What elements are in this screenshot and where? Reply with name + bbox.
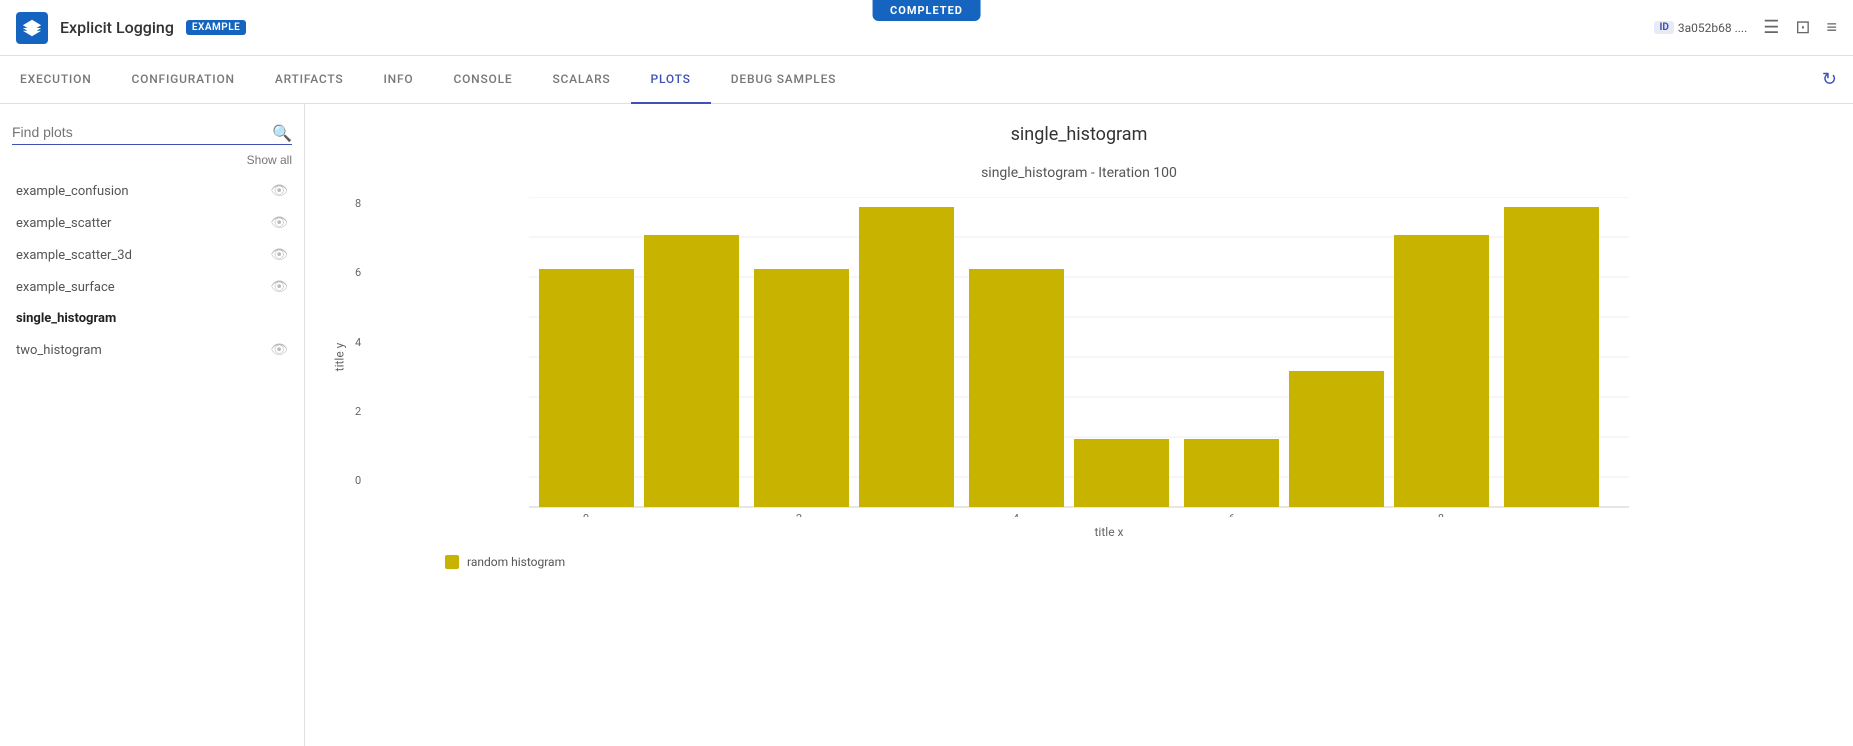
top-bar-right: ID 3a052b68 .... ☰ ⊡ ≡ — [1654, 17, 1837, 38]
completed-badge: COMPLETED — [872, 0, 981, 21]
sidebar-item-label: example_confusion — [16, 184, 129, 199]
tab-configuration[interactable]: CONFIGURATION — [112, 56, 255, 104]
x-tick-0: 0 — [583, 512, 589, 517]
y-tick-6: 6 — [355, 266, 361, 279]
tab-artifacts[interactable]: ARTIFACTS — [255, 56, 364, 104]
sidebar-item-label: example_scatter — [16, 216, 111, 231]
x-tick-6: 6 — [1229, 512, 1235, 517]
bar-2 — [754, 269, 849, 507]
tab-scalars[interactable]: SCALARS — [532, 56, 630, 104]
legend-color — [445, 555, 459, 569]
x-tick-4: 4 — [1013, 512, 1019, 517]
nav-tabs: EXECUTION CONFIGURATION ARTIFACTS INFO C… — [0, 56, 1853, 104]
tab-debug-samples[interactable]: DEBUG SAMPLES — [711, 56, 857, 104]
bar-4 — [969, 269, 1064, 507]
eye-off-icon: 👁 — [270, 279, 288, 295]
id-label: ID — [1654, 21, 1673, 34]
sidebar: 🔍 Show all example_confusion 👁 example_s… — [0, 104, 305, 746]
tab-plots[interactable]: PLOTS — [631, 56, 711, 104]
sidebar-item-example-scatter[interactable]: example_scatter 👁 — [12, 207, 292, 239]
legend-label: random histogram — [467, 555, 565, 569]
example-badge: EXAMPLE — [186, 20, 246, 35]
logo-icon — [16, 12, 48, 44]
x-tick-2: 2 — [796, 512, 802, 517]
sidebar-item-label: example_surface — [16, 280, 115, 295]
search-input[interactable] — [12, 120, 292, 145]
y-tick-4: 4 — [355, 336, 361, 349]
bar-5 — [1074, 439, 1169, 507]
sidebar-item-label: two_histogram — [16, 343, 102, 358]
bar-1 — [644, 235, 739, 507]
histogram-chart: 0 2 4 6 8 — [405, 197, 1753, 517]
sidebar-item-label: single_histogram — [16, 311, 116, 326]
bar-7 — [1289, 371, 1384, 507]
refresh-icon[interactable]: ↻ — [1822, 69, 1837, 90]
bar-9 — [1504, 207, 1599, 507]
y-tick-8: 8 — [355, 197, 361, 210]
eye-off-icon: 👁 — [270, 183, 288, 199]
x-axis-label: title x — [405, 525, 1813, 539]
bar-6 — [1184, 439, 1279, 507]
search-icon: 🔍 — [272, 123, 292, 142]
chart-subtitle: single_histogram - Iteration 100 — [345, 165, 1813, 181]
id-value: 3a052b68 .... — [1678, 21, 1747, 35]
sidebar-item-single-histogram[interactable]: single_histogram — [12, 303, 292, 334]
id-badge: ID 3a052b68 .... — [1654, 21, 1747, 35]
content-area: single_histogram single_histogram - Iter… — [305, 104, 1853, 746]
show-all-button[interactable]: Show all — [247, 153, 292, 167]
eye-off-icon: 👁 — [270, 247, 288, 263]
nav-right: ↻ — [1822, 69, 1853, 90]
top-bar: Explicit Logging EXAMPLE COMPLETED ID 3a… — [0, 0, 1853, 56]
y-tick-0: 0 — [355, 474, 361, 487]
x-tick-8: 8 — [1438, 512, 1444, 517]
sidebar-item-example-surface[interactable]: example_surface 👁 — [12, 271, 292, 303]
doc-icon[interactable]: ☰ — [1763, 17, 1779, 38]
main-layout: 🔍 Show all example_confusion 👁 example_s… — [0, 104, 1853, 746]
sidebar-item-example-confusion[interactable]: example_confusion 👁 — [12, 175, 292, 207]
show-all-row: Show all — [12, 153, 292, 167]
bar-8 — [1394, 235, 1489, 507]
layout-icon[interactable]: ⊡ — [1795, 17, 1810, 38]
menu-icon[interactable]: ≡ — [1826, 17, 1837, 38]
app-title: Explicit Logging — [60, 18, 174, 37]
sidebar-item-example-scatter-3d[interactable]: example_scatter_3d 👁 — [12, 239, 292, 271]
sidebar-item-two-histogram[interactable]: two_histogram 👁 — [12, 334, 292, 366]
search-container: 🔍 — [12, 120, 292, 145]
y-tick-2: 2 — [355, 405, 361, 418]
sidebar-item-label: example_scatter_3d — [16, 248, 132, 263]
tab-info[interactable]: INFO — [363, 56, 433, 104]
tab-execution[interactable]: EXECUTION — [0, 56, 112, 104]
bar-0 — [539, 269, 634, 507]
eye-off-icon: 👁 — [270, 215, 288, 231]
tab-console[interactable]: CONSOLE — [433, 56, 532, 104]
bar-3 — [859, 207, 954, 507]
top-bar-left: Explicit Logging EXAMPLE — [16, 12, 246, 44]
legend: random histogram — [445, 555, 1813, 569]
chart-container: single_histogram - Iteration 100 8 6 4 2… — [305, 165, 1853, 569]
y-axis-label: title y — [332, 343, 346, 372]
eye-off-icon: 👁 — [270, 342, 288, 358]
chart-title: single_histogram — [305, 124, 1853, 145]
